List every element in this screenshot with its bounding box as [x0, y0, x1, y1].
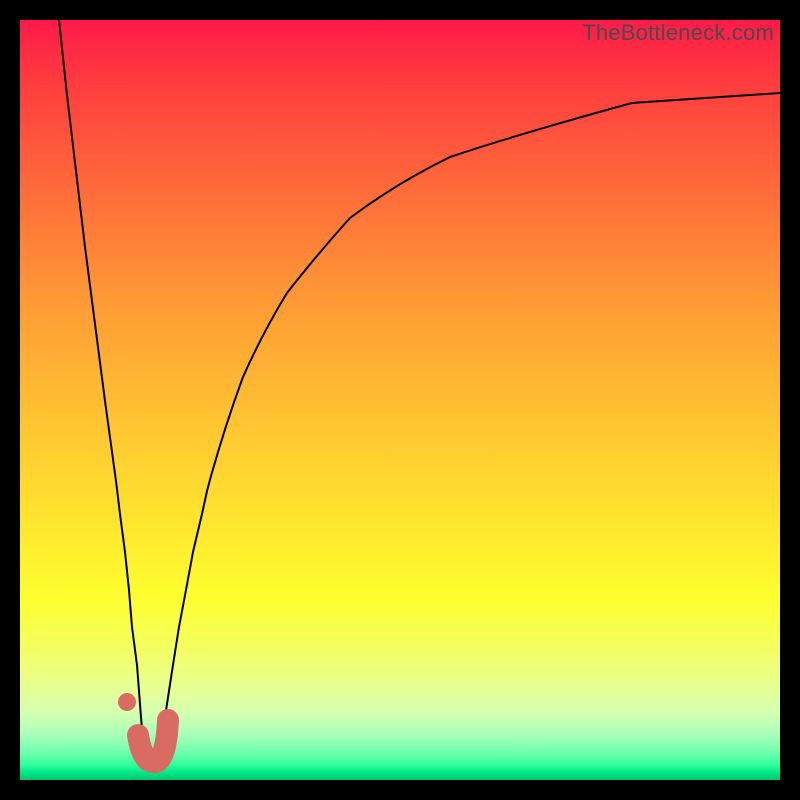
- curve-right-branch: [167, 93, 780, 704]
- plot-area: TheBottleneck.com: [20, 20, 780, 780]
- chart-svg: [20, 20, 780, 780]
- curve-left-branch: [59, 20, 137, 665]
- outer-frame: TheBottleneck.com: [0, 0, 800, 800]
- highlight-j-mark: [138, 720, 168, 762]
- highlight-dot: [118, 693, 136, 711]
